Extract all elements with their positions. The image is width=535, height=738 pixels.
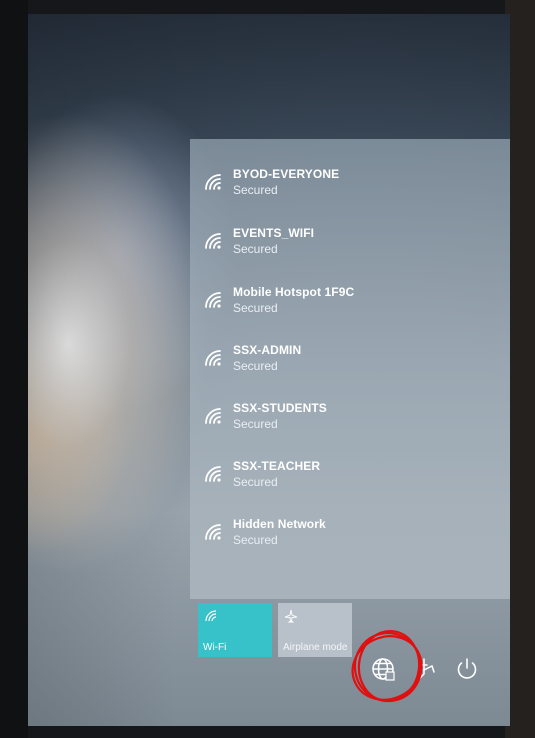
network-name: EVENTS_WIFI [233, 226, 315, 240]
wifi-signal-icon [202, 171, 224, 193]
network-item-ssx-students[interactable]: SSX-STUDENTS Secured [190, 401, 510, 449]
network-item-ssx-admin[interactable]: SSX-ADMIN Secured [190, 343, 510, 391]
network-status: Secured [233, 475, 278, 489]
network-name: SSX-STUDENTS [233, 401, 327, 415]
wifi-signal-icon [202, 289, 224, 311]
network-item-events-wifi[interactable]: EVENTS_WIFI Secured [190, 226, 510, 274]
wifi-signal-icon [202, 463, 224, 485]
globe-network-icon[interactable] [368, 654, 398, 684]
network-status: Secured [233, 183, 278, 197]
network-name: SSX-ADMIN [233, 343, 302, 357]
frame-left-edge [0, 0, 28, 738]
network-name: Mobile Hotspot 1F9C [233, 285, 355, 299]
network-name: SSX-TEACHER [233, 459, 321, 473]
airplane-mode-tile[interactable]: Airplane mode [278, 603, 352, 657]
airplane-tile-label: Airplane mode [283, 642, 348, 653]
lock-screen: BYOD-EVERYONE Secured EVENTS_WIFI Secure… [28, 14, 510, 726]
network-name: Hidden Network [233, 517, 326, 531]
photo-frame: BYOD-EVERYONE Secured EVENTS_WIFI Secure… [0, 0, 535, 738]
network-status: Secured [233, 359, 278, 373]
network-item-hidden-network[interactable]: Hidden Network Secured [190, 517, 510, 565]
power-icon[interactable] [452, 654, 482, 684]
network-status: Secured [233, 301, 278, 315]
wifi-signal-icon [202, 521, 224, 543]
wifi-signal-icon [202, 347, 224, 369]
network-status: Secured [233, 533, 278, 547]
wifi-toggle-tile[interactable]: Wi-Fi [198, 603, 272, 657]
ease-of-access-icon[interactable] [412, 654, 442, 684]
network-item-ssx-teacher[interactable]: SSX-TEACHER Secured [190, 459, 510, 507]
network-status: Secured [233, 242, 278, 256]
wifi-signal-icon [202, 230, 224, 252]
network-item-mobile-hotspot[interactable]: Mobile Hotspot 1F9C Secured [190, 285, 510, 333]
airplane-icon [284, 609, 298, 623]
network-name: BYOD-EVERYONE [233, 167, 340, 181]
network-status: Secured [233, 417, 278, 431]
wifi-signal-icon [202, 405, 224, 427]
network-item-byod-everyone[interactable]: BYOD-EVERYONE Secured [190, 167, 510, 215]
wifi-tile-label: Wi-Fi [203, 642, 227, 653]
wifi-tile-icon [204, 609, 218, 623]
network-flyout: BYOD-EVERYONE Secured EVENTS_WIFI Secure… [190, 139, 510, 599]
